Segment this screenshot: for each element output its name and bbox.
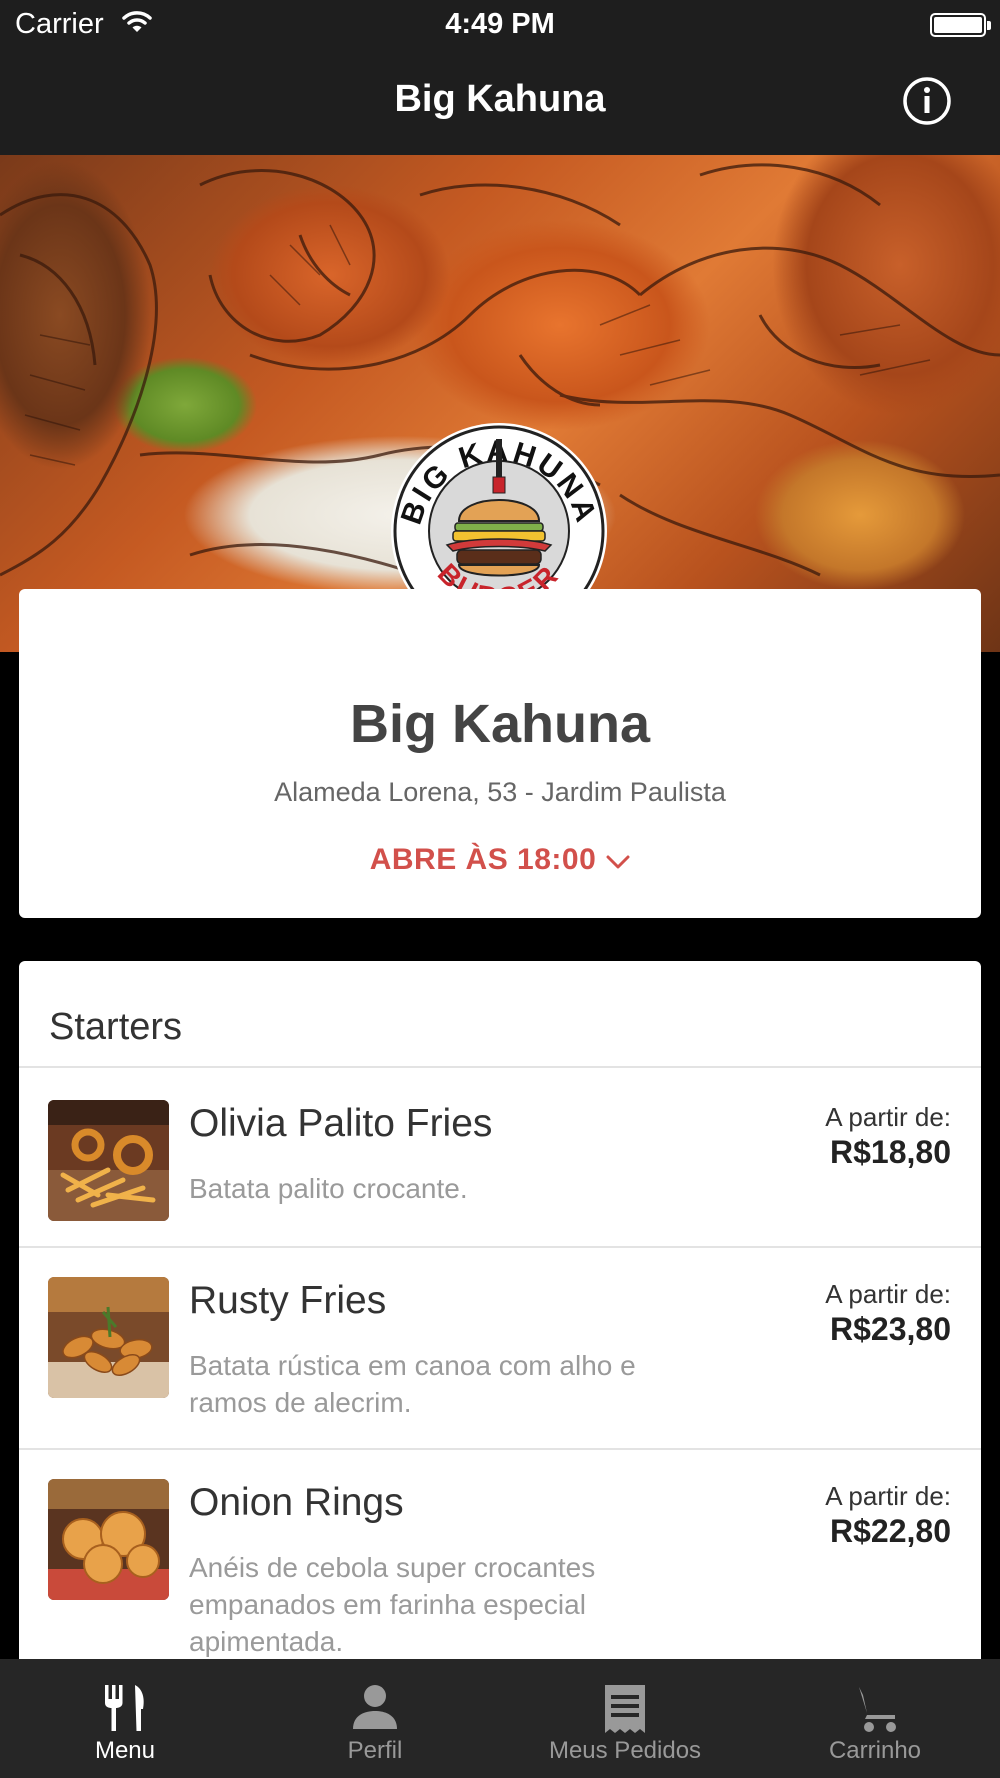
tab-label: Menu: [94, 1737, 156, 1764]
status-time: 4:49 PM: [445, 8, 555, 40]
menu-item[interactable]: Rusty Fries Batata rústica em canoa com …: [19, 1248, 981, 1450]
item-photo: [48, 1277, 169, 1398]
item-name: Rusty Fries: [189, 1279, 387, 1322]
tab-carrinho[interactable]: Carrinho: [750, 1659, 1000, 1778]
item-description: Anéis de cebola super crocantes empanado…: [189, 1552, 596, 1657]
restaurant-name: Big Kahuna: [349, 694, 650, 754]
tab-perfil[interactable]: Perfil: [250, 1659, 500, 1778]
menu-item[interactable]: Onion Rings Anéis de cebola super crocan…: [19, 1450, 981, 1661]
section-title: Starters: [49, 1006, 183, 1048]
item-description: Batata palito crocante.: [189, 1173, 468, 1204]
chevron-down-icon: [606, 844, 630, 878]
opening-hours-label: ABRE ÀS 18:00: [369, 843, 597, 876]
item-photo: [48, 1479, 169, 1600]
person-icon: [345, 1681, 405, 1737]
receipt-icon: [595, 1681, 655, 1737]
status-bar: Carrier 4:49 PM: [0, 0, 1000, 50]
menu-item[interactable]: Olivia Palito Fries Batata palito crocan…: [19, 1068, 981, 1248]
tab-bar: Menu Perfil Meus Pedidos Carrinho: [0, 1659, 1000, 1778]
item-name: Onion Rings: [189, 1481, 404, 1524]
item-photo: [48, 1100, 169, 1221]
fork-knife-icon: [95, 1681, 155, 1737]
nav-title: Big Kahuna: [394, 78, 606, 120]
tab-menu[interactable]: Menu: [0, 1659, 250, 1778]
item-price: R$18,80: [830, 1134, 951, 1170]
tab-label: Meus Pedidos: [548, 1737, 702, 1764]
item-price: R$22,80: [830, 1513, 951, 1549]
restaurant-info-card: Big Kahuna Alameda Lorena, 53 - Jardim P…: [19, 589, 981, 918]
price-from-label: A partir de:: [825, 1279, 951, 1309]
cart-icon: [845, 1681, 905, 1737]
info-icon[interactable]: [902, 76, 952, 126]
item-description: Batata rústica em canoa com alho e ramos…: [189, 1350, 636, 1418]
item-name: Olivia Palito Fries: [189, 1102, 493, 1145]
tab-meus-pedidos[interactable]: Meus Pedidos: [500, 1659, 750, 1778]
item-price: R$23,80: [830, 1311, 951, 1347]
opening-hours-toggle[interactable]: ABRE ÀS 18:00: [19, 843, 981, 878]
tab-label: Perfil: [347, 1737, 403, 1764]
price-from-label: A partir de:: [825, 1102, 951, 1132]
tab-label: Carrinho: [828, 1737, 922, 1764]
nav-bar: Big Kahuna: [0, 50, 1000, 155]
menu-section-card: Starters Olivia Palito Fries Batata pali…: [19, 961, 981, 1661]
battery-icon: [930, 13, 991, 37]
restaurant-address: Alameda Lorena, 53 - Jardim Paulista: [274, 777, 726, 807]
price-from-label: A partir de:: [825, 1481, 951, 1511]
